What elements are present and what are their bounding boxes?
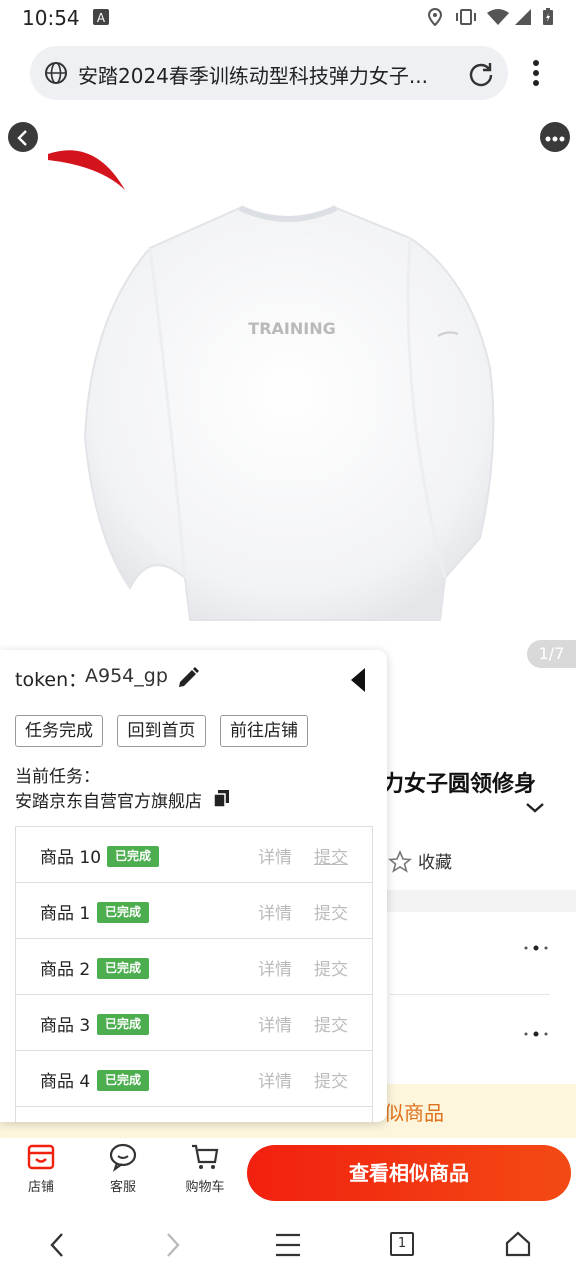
- battery-icon: [542, 8, 554, 26]
- task-panel: token： A954_gp 任务完成 回到首页 前往店铺 当前任务： 安踏京东…: [0, 650, 387, 1122]
- nav-menu-icon[interactable]: [274, 1232, 302, 1258]
- row-name: 商品 3: [40, 1016, 91, 1036]
- detail-link[interactable]: 详情: [258, 843, 292, 868]
- similar-banner-text[interactable]: 似商品: [384, 1097, 444, 1126]
- edit-pencil-icon[interactable]: [176, 666, 200, 690]
- globe-icon: [44, 61, 68, 85]
- row-name: 商品 1: [40, 904, 91, 924]
- view-similar-button[interactable]: 查看相似商品: [247, 1145, 571, 1201]
- detail-link[interactable]: 详情: [258, 955, 292, 980]
- row-name: 商品 4: [40, 1072, 91, 1092]
- status-bar: 10:54 A: [0, 0, 576, 36]
- collapse-panel-icon[interactable]: [348, 666, 368, 694]
- service-label: 客服: [109, 1180, 136, 1195]
- status-badge: 已完成: [97, 1014, 150, 1035]
- submit-link[interactable]: 提交: [314, 899, 348, 924]
- star-icon[interactable]: [387, 849, 413, 874]
- nav-back-icon[interactable]: [44, 1230, 70, 1260]
- submit-link[interactable]: 提交: [314, 843, 348, 868]
- detail-link[interactable]: 详情: [258, 1011, 292, 1036]
- status-badge: 已完成: [97, 1070, 150, 1091]
- more-dots-icon[interactable]: [522, 938, 552, 958]
- table-row: 商品 1 已完成 详情 提交: [16, 883, 372, 939]
- token-value: A954_gp: [85, 665, 168, 687]
- detail-link[interactable]: 详情: [258, 899, 292, 924]
- cart-button[interactable]: 购物车: [180, 1142, 230, 1195]
- divider: [390, 994, 550, 995]
- detail-link[interactable]: 详情: [258, 1067, 292, 1092]
- cart-icon: [192, 1144, 219, 1169]
- back-home-button[interactable]: 回到首页: [117, 715, 206, 747]
- collect-label[interactable]: 收藏: [418, 848, 452, 873]
- store-icon: [27, 1144, 55, 1170]
- svg-text:TRAINING: TRAINING: [248, 319, 335, 338]
- more-circle-button[interactable]: [540, 122, 570, 152]
- current-task-label: 当前任务：: [15, 767, 100, 787]
- store-label: 店铺: [27, 1180, 54, 1195]
- task-store-name: 安踏京东自营官方旗舰店: [15, 792, 202, 812]
- nav-forward-icon[interactable]: [160, 1230, 186, 1260]
- submit-link[interactable]: 提交: [314, 1011, 348, 1036]
- more-dots-icon[interactable]: [522, 1024, 552, 1044]
- chevron-down-icon[interactable]: [524, 800, 546, 819]
- copy-icon[interactable]: [212, 788, 232, 808]
- status-badge: 已完成: [97, 902, 150, 923]
- nav-home-icon[interactable]: [504, 1230, 532, 1258]
- table-row: 商品 4 已完成 详情 提交: [16, 1051, 372, 1107]
- service-button[interactable]: 客服: [98, 1142, 148, 1195]
- row-name: 商品 10: [40, 848, 102, 868]
- goods-table: 商品 10 已完成 详情 提交 商品 1 已完成 详情 提交 商品 2 已完成 …: [15, 826, 373, 1122]
- wifi-icon: [486, 8, 510, 26]
- url-text[interactable]: 安踏2024春季训练动型科技弹力女子...: [78, 60, 448, 89]
- notification-a-icon: A: [92, 8, 110, 26]
- submit-link[interactable]: 提交: [314, 1067, 348, 1092]
- product-image[interactable]: TRAINING: [0, 108, 576, 668]
- task-done-button[interactable]: 任务完成: [15, 715, 103, 747]
- image-counter: 1/7: [527, 640, 576, 668]
- vibrate-icon: [454, 8, 478, 26]
- go-store-button[interactable]: 前往店铺: [220, 715, 308, 747]
- submit-link[interactable]: 提交: [314, 955, 348, 980]
- table-row: 商品 3 已完成 详情 提交: [16, 995, 372, 1051]
- store-button[interactable]: 店铺: [16, 1142, 66, 1195]
- table-row: 商品 10 已完成 详情 提交: [16, 827, 372, 883]
- reload-icon[interactable]: [467, 60, 495, 88]
- signal-icon: [514, 8, 532, 26]
- sweatshirt-image: TRAINING: [48, 150, 495, 621]
- chat-icon: [109, 1143, 137, 1172]
- token-label: token：: [15, 669, 88, 691]
- status-time: 10:54: [22, 6, 80, 30]
- status-badge: 已完成: [107, 846, 160, 867]
- row-name: 商品 2: [40, 960, 91, 980]
- cart-label: 购物车: [185, 1180, 225, 1195]
- anta-logo: [48, 150, 125, 190]
- back-circle-button[interactable]: [8, 122, 38, 152]
- product-title: 力女子圆领修身: [382, 772, 537, 797]
- svg-text:A: A: [97, 11, 106, 25]
- tabs-count-button[interactable]: 1: [390, 1232, 414, 1256]
- location-icon: [426, 7, 444, 27]
- more-menu-icon[interactable]: [528, 58, 544, 88]
- status-badge: 已完成: [97, 958, 150, 979]
- table-row: 商品 2 已完成 详情 提交: [16, 939, 372, 995]
